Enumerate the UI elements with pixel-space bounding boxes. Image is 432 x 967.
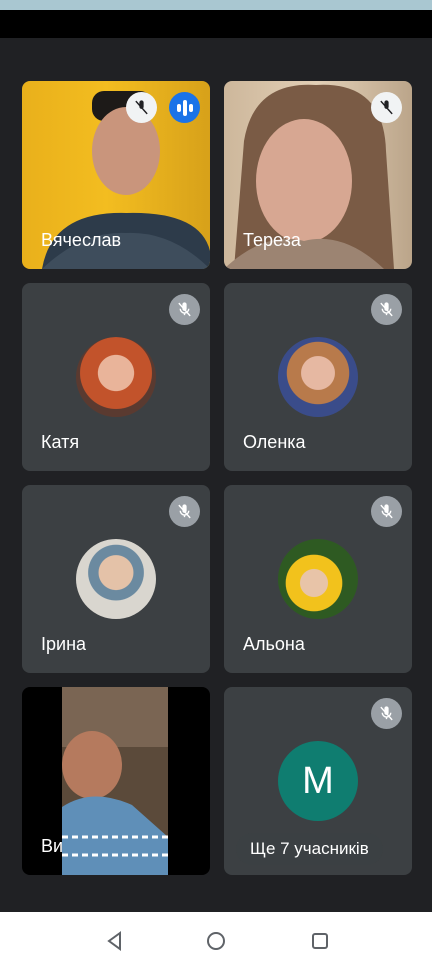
avatar [278, 337, 358, 417]
status-bar-strip [0, 0, 432, 10]
participant-tile-katya[interactable]: Катя [22, 283, 210, 471]
mute-indicator [371, 496, 402, 527]
participant-tile-alona[interactable]: Альона [224, 485, 412, 673]
avatar [76, 539, 156, 619]
more-participants-tile[interactable]: M Ще 7 учасників [224, 687, 412, 875]
participant-tile-tereza[interactable]: Тереза [224, 81, 412, 269]
avatar [278, 539, 358, 619]
mic-off-icon [135, 100, 148, 115]
participant-name: Альона [243, 634, 305, 654]
avatar [76, 337, 156, 417]
mic-off-icon [380, 100, 393, 115]
mute-indicator [126, 92, 157, 123]
participant-name: Оленка [243, 432, 306, 452]
more-participants-label[interactable]: Ще 7 учасників [236, 833, 383, 865]
initial-avatar: M [278, 741, 358, 821]
mic-off-icon [178, 504, 191, 519]
participant-name: Тереза [243, 230, 301, 250]
participant-tile-iryna[interactable]: Ірина [22, 485, 210, 673]
recents-square-icon[interactable] [309, 930, 331, 952]
audio-level-icon [169, 92, 200, 123]
mic-off-icon [178, 302, 191, 317]
top-bar [0, 10, 432, 38]
participant-tile-self[interactable]: Ви [22, 687, 210, 875]
participant-name: Ірина [41, 634, 87, 654]
back-triangle-icon[interactable] [104, 930, 126, 952]
system-navigation-bar [0, 912, 432, 967]
mute-indicator [371, 294, 402, 325]
participant-tile-vyacheslav[interactable]: Вячеслав [22, 81, 210, 269]
mute-indicator [371, 92, 402, 123]
participant-name: Ви [41, 836, 64, 856]
mic-off-icon [380, 302, 393, 317]
mute-indicator [169, 294, 200, 325]
home-circle-icon[interactable] [205, 930, 227, 952]
participant-name: Вячеслав [41, 230, 122, 250]
participant-name: Катя [41, 432, 80, 452]
mic-off-icon [380, 504, 393, 519]
avatar-initial: M [302, 759, 334, 802]
mute-indicator [371, 698, 402, 729]
mute-indicator [169, 496, 200, 527]
participant-tile-olenka[interactable]: Оленка [224, 283, 412, 471]
mic-off-icon [380, 706, 393, 721]
